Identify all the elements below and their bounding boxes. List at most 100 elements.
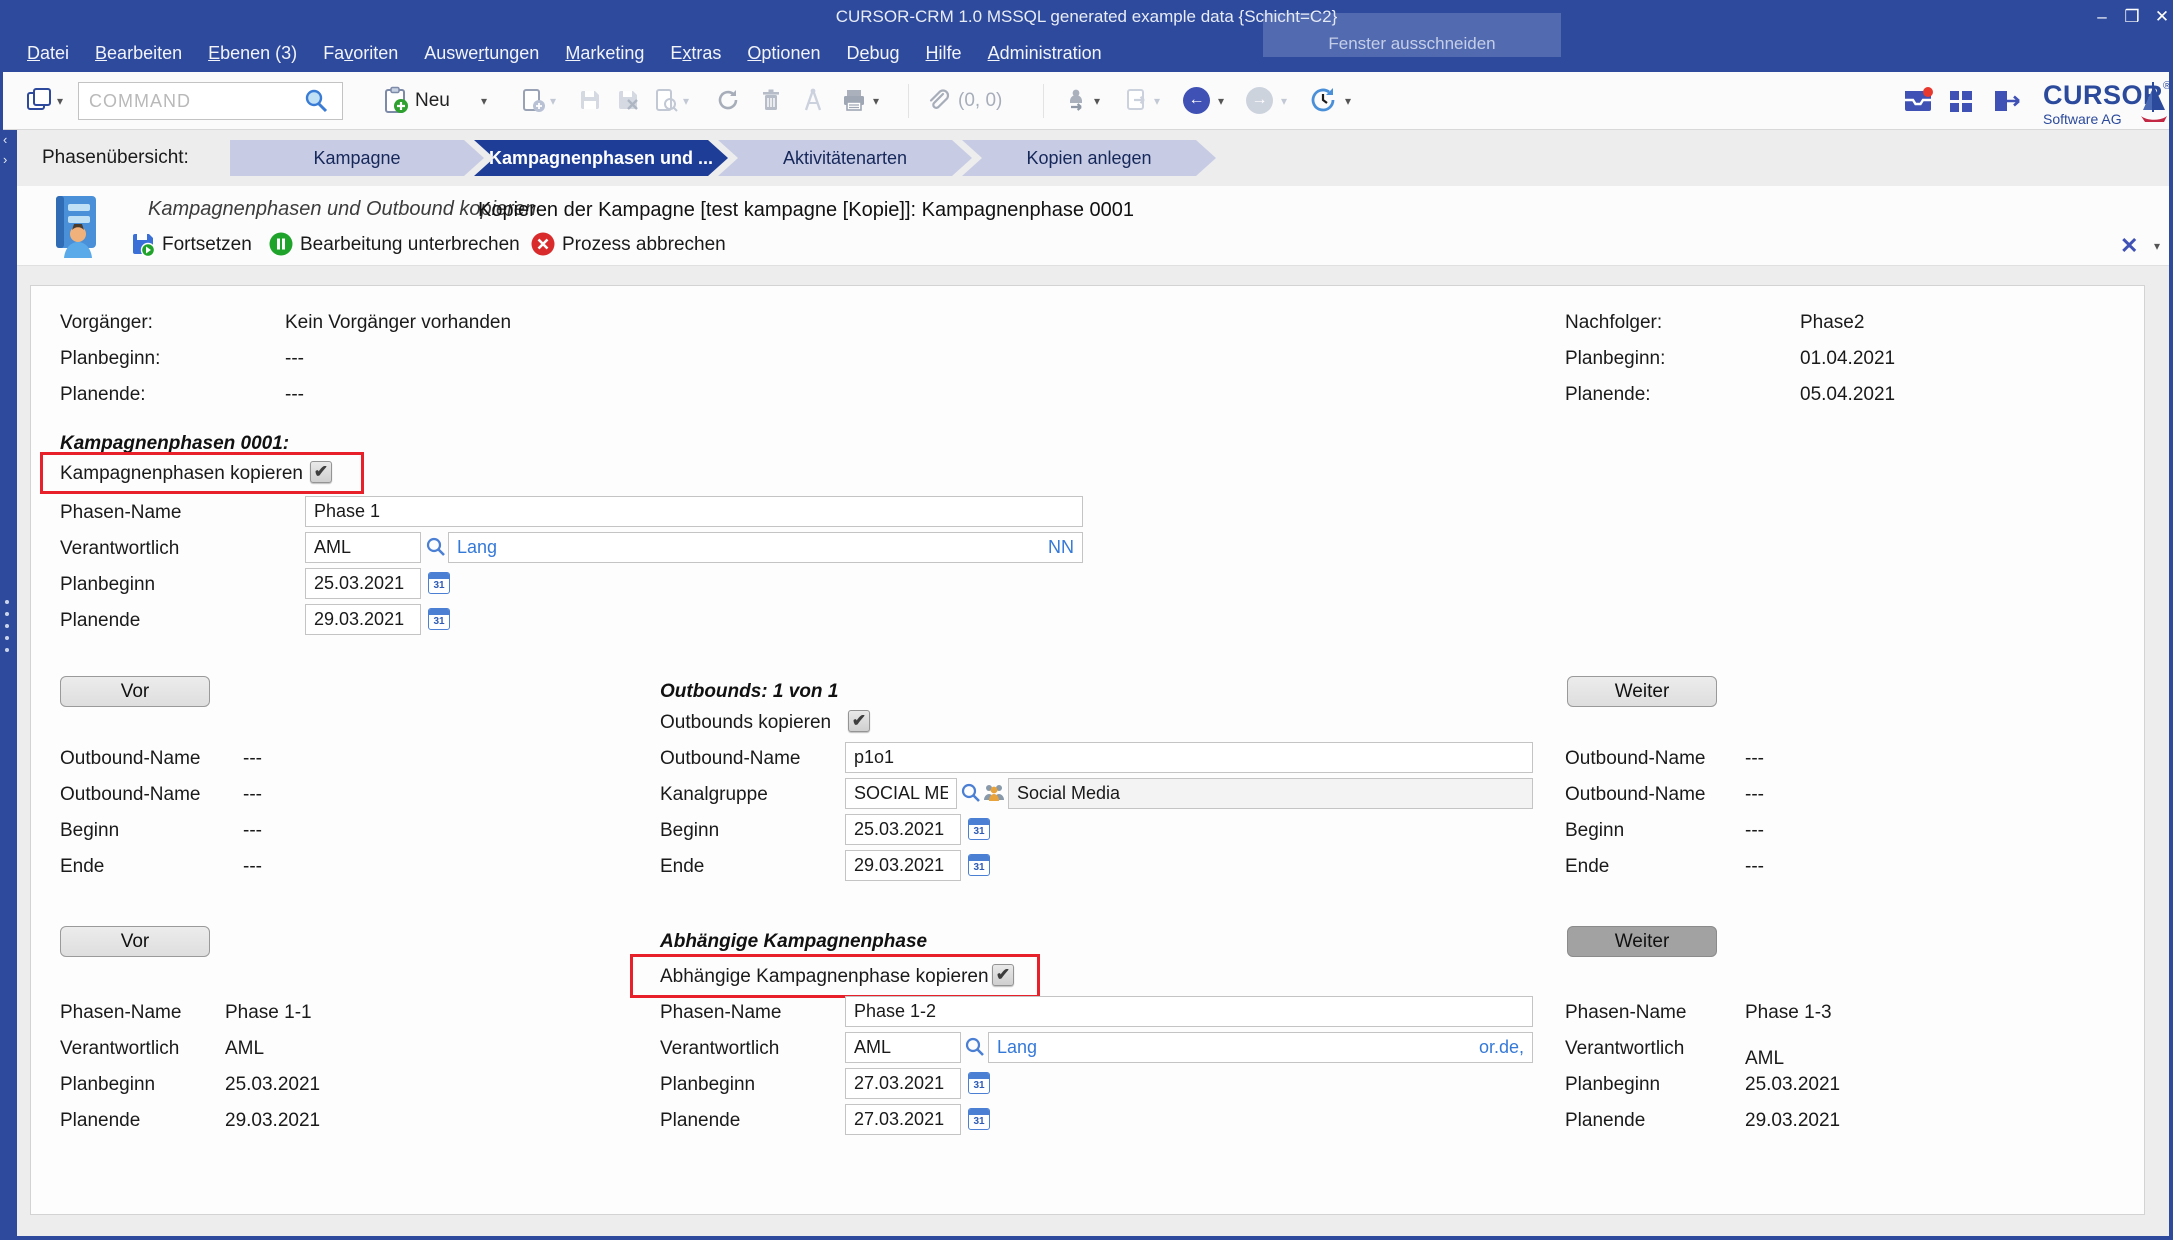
minimize-button[interactable]: –: [2087, 4, 2117, 30]
attachment-count: (0, 0): [958, 90, 1002, 112]
history-caret-icon[interactable]: ▾: [1345, 94, 1351, 108]
phase-step-kampagne[interactable]: Kampagne: [230, 140, 484, 176]
print-caret-icon[interactable]: ▾: [873, 94, 879, 108]
verantwortlich-link-left[interactable]: Lang: [457, 537, 497, 558]
logout-icon[interactable]: [1991, 87, 2023, 120]
drag-handle-dot[interactable]: [5, 648, 9, 652]
calendar-icon[interactable]: [428, 608, 450, 630]
calendar-icon[interactable]: [968, 818, 990, 840]
weiter-button-outbound[interactable]: Weiter: [1567, 676, 1717, 707]
menu-debug[interactable]: Debug: [835, 39, 910, 68]
menu-administration[interactable]: Administration: [977, 39, 1113, 68]
process-book-icon: [48, 194, 104, 263]
menu-ebenen[interactable]: Ebenen (3): [197, 39, 308, 68]
fortsetzen-button[interactable]: Fortsetzen: [162, 234, 252, 256]
verantwortlich-value: AML: [225, 1038, 264, 1060]
verantwortlich-lookup-icon[interactable]: [964, 1036, 986, 1058]
delete-icon[interactable]: [758, 87, 784, 118]
menu-extras[interactable]: Extras: [659, 39, 732, 68]
person-export-caret-icon[interactable]: ▾: [1094, 94, 1100, 108]
calendar-icon[interactable]: [968, 1108, 990, 1130]
inbox-icon[interactable]: [1901, 85, 1935, 120]
maximize-button[interactable]: ❒: [2117, 4, 2147, 30]
verantwortlich-label: Verantwortlich: [1565, 1038, 1684, 1060]
kanalgruppe-lookup-icon[interactable]: [960, 782, 982, 804]
verantwortlich-link-right[interactable]: NN: [1048, 537, 1074, 558]
drag-handle-dot[interactable]: [5, 600, 9, 604]
outbounds-kopieren-checkbox[interactable]: ✔: [848, 710, 870, 732]
expand-right-icon[interactable]: ›: [3, 152, 7, 167]
tiles-icon[interactable]: [1947, 87, 1975, 120]
beginn-input[interactable]: [845, 814, 961, 845]
navigate-back-caret-icon[interactable]: ▾: [1218, 94, 1224, 108]
beginn-label: Beginn: [1565, 820, 1624, 842]
neu-button[interactable]: Neu: [415, 90, 450, 112]
menu-optionen[interactable]: Optionen: [736, 39, 831, 68]
kampagnenphasen-kopieren-checkbox[interactable]: ✔: [310, 461, 332, 483]
print-icon[interactable]: [841, 87, 867, 118]
ende-input[interactable]: [845, 850, 961, 881]
phase-step-kampagnenphasen[interactable]: Kampagnenphasen und ...: [474, 140, 728, 176]
vor-button-dependent[interactable]: Vor: [60, 926, 210, 957]
phase-step-kopien-anlegen[interactable]: Kopien anlegen: [962, 140, 1216, 176]
kanalgruppe-code-input[interactable]: [845, 778, 957, 809]
planbeginn-input[interactable]: [305, 568, 421, 599]
window-stack-caret-icon[interactable]: ▾: [57, 94, 63, 108]
menu-auswertungen[interactable]: Auswertungen: [413, 39, 550, 68]
vorgaenger-value: Kein Vorgänger vorhanden: [285, 312, 511, 334]
menu-bearbeiten[interactable]: Bearbeiten: [84, 39, 193, 68]
verantwortlich-link-field[interactable]: Lang NN: [448, 532, 1083, 563]
navigate-back-icon[interactable]: ←: [1183, 87, 1210, 114]
toolbar: ▾ Neu ▾ ▾ ▾: [3, 72, 2169, 130]
copy-record-icon[interactable]: [520, 87, 546, 118]
phasen-name-input[interactable]: [305, 496, 1083, 527]
verantwortlich-lookup-icon[interactable]: [425, 536, 447, 558]
menu-hilfe[interactable]: Hilfe: [915, 39, 973, 68]
verantwortlich-link-right[interactable]: or.de,: [1479, 1037, 1524, 1058]
phase-step-aktivitaetenarten[interactable]: Aktivitätenarten: [718, 140, 972, 176]
menu-marketing[interactable]: Marketing: [554, 39, 655, 68]
calendar-icon[interactable]: [968, 1072, 990, 1094]
copy-record-caret-icon[interactable]: ▾: [550, 94, 556, 108]
outbound-name-label: Outbound-Name: [660, 748, 800, 770]
outbound-name-value: ---: [243, 748, 262, 770]
attachment-icon[interactable]: [925, 87, 951, 118]
phasen-name-input[interactable]: [845, 996, 1533, 1027]
planende-input[interactable]: [305, 604, 421, 635]
collapse-left-icon[interactable]: ‹: [3, 132, 7, 147]
abhaengige-kopieren-checkbox[interactable]: ✔: [992, 964, 1014, 986]
drag-handle-dot[interactable]: [5, 636, 9, 640]
drag-handle-dot[interactable]: [5, 612, 9, 616]
history-icon[interactable]: [1309, 86, 1337, 119]
command-search-icon[interactable]: [303, 88, 329, 119]
planende-input[interactable]: [845, 1104, 961, 1135]
neu-icon[interactable]: [381, 86, 409, 119]
side-collapse-strip[interactable]: [3, 130, 17, 1236]
vor-button-outbound[interactable]: Vor: [60, 676, 210, 707]
person-export-icon[interactable]: [1063, 87, 1089, 118]
bearbeitung-unterbrechen-button[interactable]: Bearbeitung unterbrechen: [300, 234, 520, 256]
weiter-button-dependent[interactable]: Weiter: [1567, 926, 1717, 957]
verantwortlich-code-input[interactable]: [845, 1032, 961, 1063]
panel-close-icon[interactable]: ✕: [2120, 233, 2138, 259]
drag-handle-dot[interactable]: [5, 624, 9, 628]
refresh-icon[interactable]: [715, 87, 741, 118]
verantwortlich-link-left[interactable]: Lang: [997, 1037, 1037, 1058]
panel-close-caret-icon[interactable]: ▾: [2154, 239, 2160, 253]
outbound-name-input[interactable]: [845, 742, 1533, 773]
verantwortlich-link-field[interactable]: Lang or.de,: [988, 1032, 1533, 1063]
window-stack-icon[interactable]: [25, 86, 53, 119]
doc-search-caret-icon: ▾: [683, 94, 689, 108]
calendar-icon[interactable]: [428, 572, 450, 594]
sailboat-icon: [2139, 80, 2169, 129]
beginn-label: Beginn: [660, 820, 719, 842]
menu-favoriten[interactable]: Favoriten: [312, 39, 409, 68]
verantwortlich-value: AML: [1745, 1048, 1784, 1070]
calendar-icon[interactable]: [968, 854, 990, 876]
neu-caret-icon[interactable]: ▾: [481, 94, 487, 108]
planbeginn-label: Planbeginn:: [60, 348, 160, 370]
prozess-abbrechen-button[interactable]: Prozess abbrechen: [562, 234, 726, 256]
menu-datei[interactable]: Datei: [16, 39, 80, 68]
planbeginn-input[interactable]: [845, 1068, 961, 1099]
verantwortlich-code-input[interactable]: [305, 532, 421, 563]
